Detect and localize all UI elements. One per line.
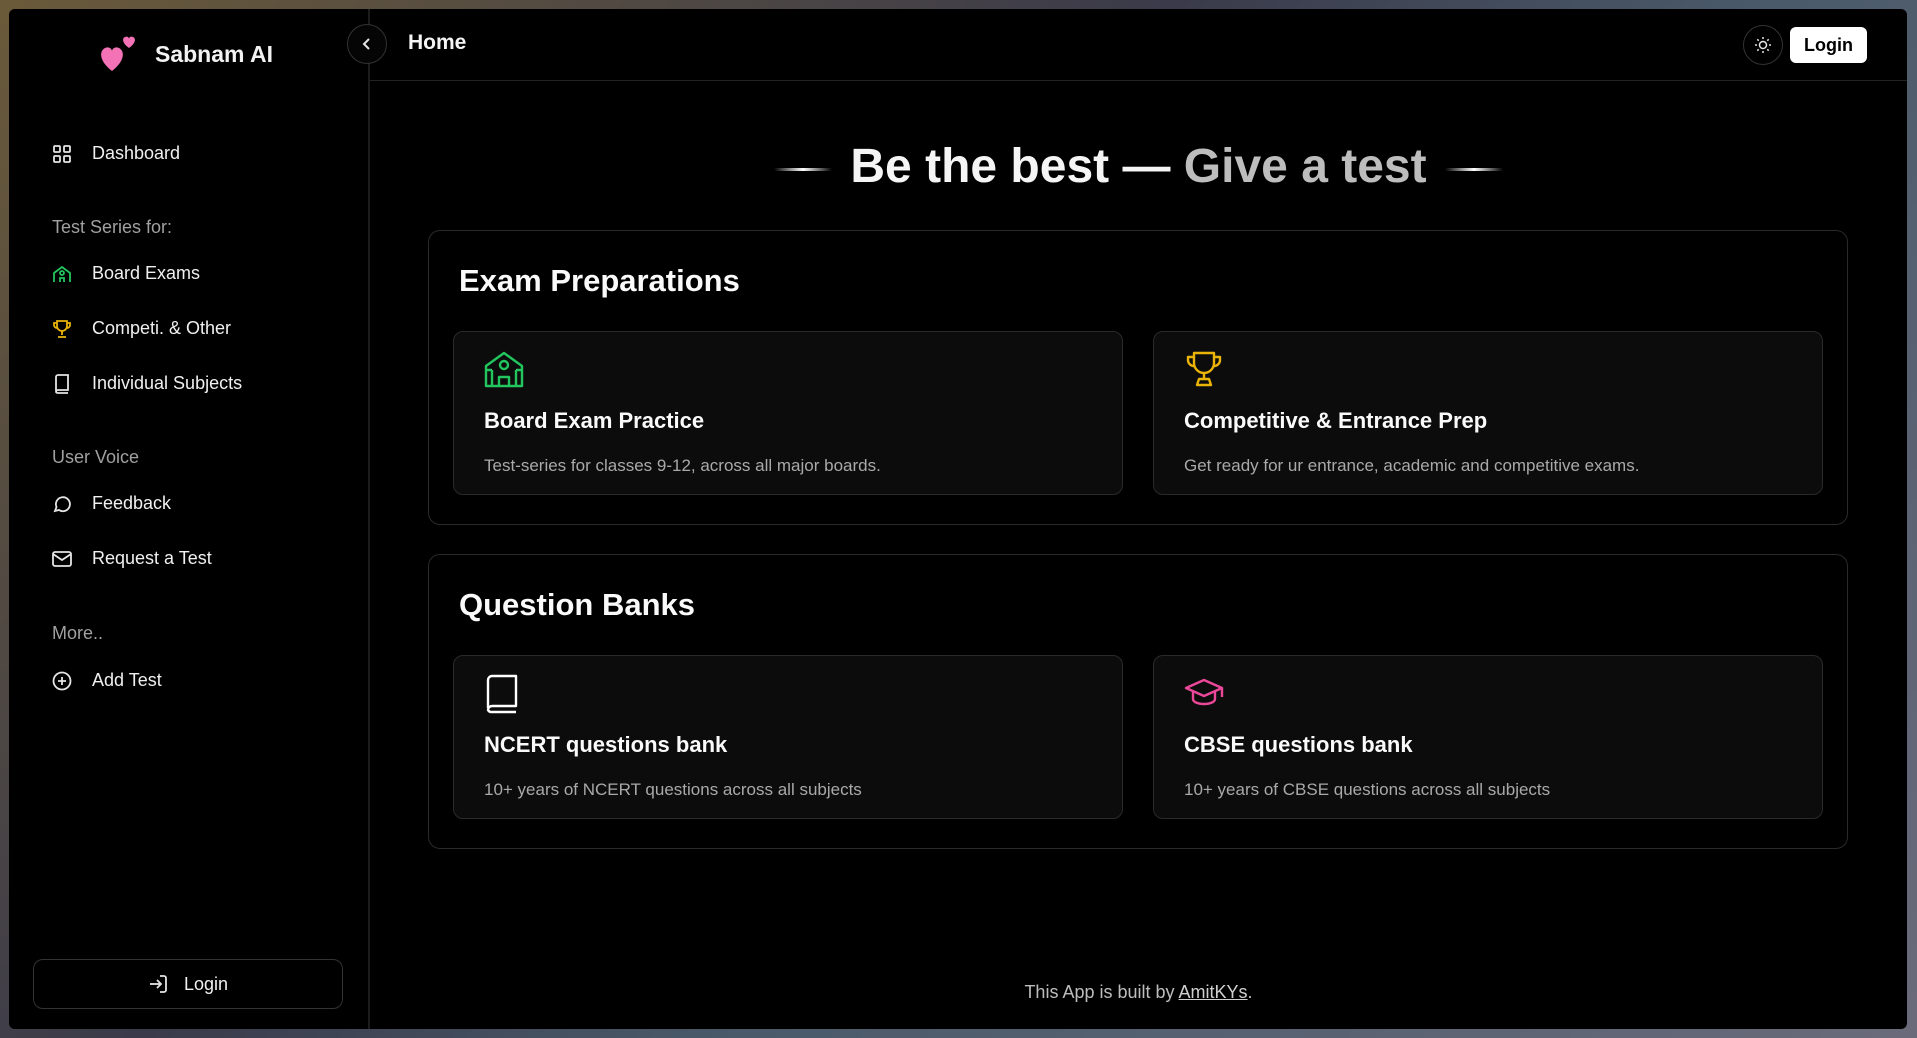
brand-name: Sabnam AI	[155, 40, 274, 67]
collapse-sidebar-button[interactable]	[347, 24, 387, 64]
sidebar-item-board-exams[interactable]: Board Exams	[52, 263, 200, 284]
school-icon	[52, 264, 72, 284]
sidebar-item-add-test[interactable]: Add Test	[52, 670, 162, 691]
sidebar-item-label: Competi. & Other	[92, 318, 232, 338]
card-description: Test-series for classes 9-12, across all…	[484, 456, 881, 475]
sidebar-item-competitive[interactable]: Competi. & Other	[52, 318, 231, 339]
sidebar-item-label: Feedback	[92, 493, 172, 513]
sidebar-item-label: Individual Subjects	[92, 373, 243, 393]
author-link[interactable]: AmitKYs	[1179, 982, 1248, 1002]
sidebar-item-dashboard[interactable]: Dashboard	[52, 143, 180, 164]
brand[interactable]: Sabnam AI	[97, 31, 273, 77]
book-icon	[52, 373, 72, 394]
page-title: Home	[408, 31, 467, 54]
book-icon	[484, 674, 526, 714]
sidebar: Sabnam AI Dashboard Test Series for: Boa…	[9, 9, 370, 1029]
sidebar-item-label: Board Exams	[92, 263, 201, 283]
plus-circle-icon	[52, 671, 72, 691]
ncert-questions-bank-card[interactable]: NCERT questions bank 10+ years of NCERT …	[453, 655, 1123, 819]
card-title: NCERT questions bank	[484, 732, 728, 757]
exam-preparations-section: Exam Preparations Board Exam Practice Te…	[428, 230, 1848, 525]
question-banks-section: Question Banks NCERT questions bank 10+ …	[428, 554, 1848, 849]
hero-left-line	[774, 167, 833, 171]
footer: This App is built by AmitKYs.	[370, 982, 1907, 1003]
graduation-cap-icon	[1184, 674, 1226, 714]
hero-text-part1: Be the best —	[850, 140, 1184, 193]
trophy-icon	[1184, 350, 1226, 390]
grid-icon	[52, 144, 72, 164]
login-icon	[148, 974, 168, 994]
sidebar-item-label: Dashboard	[92, 143, 181, 163]
hero-text-part2: Give a test	[1183, 140, 1427, 193]
theme-toggle-button[interactable]	[1743, 25, 1783, 65]
sidebar-item-individual-subjects[interactable]: Individual Subjects	[52, 373, 242, 394]
top-header: Home Login	[347, 9, 1907, 81]
section-user-voice: User Voice	[52, 447, 140, 467]
card-description: 10+ years of CBSE questions across all s…	[1184, 780, 1551, 799]
footer-suffix: .	[1247, 982, 1253, 1002]
header-login-button[interactable]: Login	[1790, 27, 1867, 63]
sidebar-login-label: Login	[183, 973, 229, 994]
section-more: More..	[52, 623, 104, 643]
card-description: 10+ years of NCERT questions across all …	[484, 780, 862, 799]
sidebar-item-label: Request a Test	[92, 548, 212, 568]
card-title: CBSE questions bank	[1184, 732, 1413, 757]
card-title: Competitive & Entrance Prep	[1184, 408, 1488, 433]
section-test-series: Test Series for:	[52, 217, 173, 237]
competitive-entrance-prep-card[interactable]: Competitive & Entrance Prep Get ready fo…	[1153, 331, 1823, 495]
card-description: Get ready for ur entrance, academic and …	[1184, 456, 1640, 475]
chevron-left-icon	[362, 38, 370, 50]
cbse-questions-bank-card[interactable]: CBSE questions bank 10+ years of CBSE qu…	[1153, 655, 1823, 819]
sidebar-login-button[interactable]: Login	[33, 959, 343, 1009]
section-title: Exam Preparations	[459, 263, 740, 298]
board-exam-practice-card[interactable]: Board Exam Practice Test-series for clas…	[453, 331, 1123, 495]
hearts-logo-icon	[97, 31, 141, 77]
footer-text: This App is built by	[1024, 982, 1179, 1002]
sidebar-item-request-test[interactable]: Request a Test	[52, 548, 212, 569]
app-window: Sabnam AI Dashboard Test Series for: Boa…	[9, 9, 1907, 1029]
sidebar-item-feedback[interactable]: Feedback	[52, 493, 171, 514]
section-title: Question Banks	[459, 587, 695, 622]
mail-icon	[52, 549, 72, 569]
hero-heading: Be the best — Give a test	[370, 139, 1907, 194]
school-icon	[484, 350, 526, 390]
sun-icon	[1755, 37, 1771, 53]
hero-right-line	[1444, 167, 1503, 171]
sidebar-item-label: Add Test	[92, 670, 162, 690]
trophy-icon	[52, 319, 72, 339]
card-title: Board Exam Practice	[484, 408, 705, 433]
chat-bubble-icon	[52, 494, 72, 514]
